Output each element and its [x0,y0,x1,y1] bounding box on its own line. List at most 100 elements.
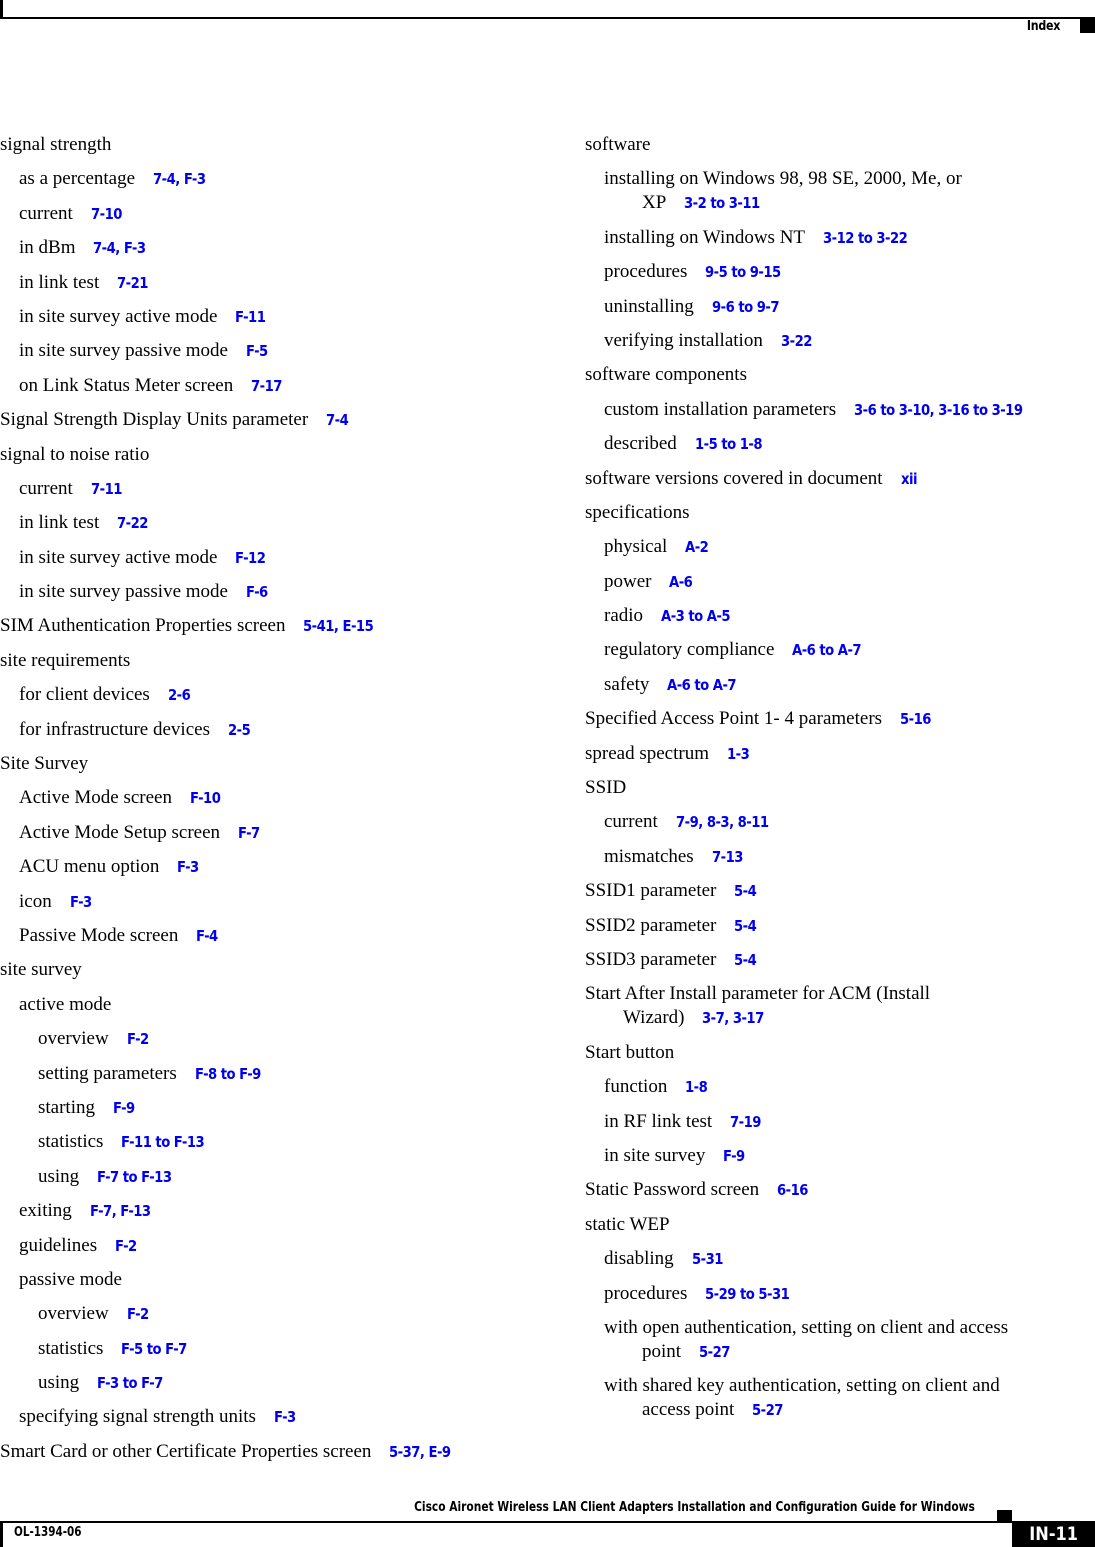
page-reference-link[interactable]: 1-8 [685,1075,708,1099]
page-reference-link[interactable]: 3-6 to 3-10, 3-16 to 3-19 [854,398,1023,422]
page-reference-link[interactable]: F-7, F-13 [90,1199,151,1223]
index-term: signal to noise ratio [0,443,150,465]
page-reference-link[interactable]: F-6 [246,580,268,604]
page-reference-link[interactable]: F-9 [723,1144,745,1168]
index-term: Specified Access Point 1- 4 parameters [585,708,883,730]
page-reference-link[interactable]: 5-29 to 5-31 [705,1282,790,1306]
page-reference-link[interactable]: A-6 [669,570,693,594]
index-term: signal strength [0,134,112,155]
page-reference-link[interactable]: F-3 [274,1405,296,1429]
page-reference-link[interactable]: 7-9, 8-3, 8-11 [676,810,769,834]
page-reference-link[interactable]: 7-4, F-3 [153,167,206,191]
page-reference-link[interactable]: 7-22 [117,511,148,535]
index-term: site survey [0,959,82,981]
page-reference-link[interactable]: F-5 [246,339,268,363]
index-entry: static WEP [585,1213,1085,1237]
page-reference-link[interactable]: 6-16 [777,1178,808,1202]
index-subentry: starting F-9 [0,1096,560,1120]
index-term: passive mode [19,1268,122,1290]
index-subentry: as a percentage 7-4, F-3 [0,167,560,191]
index-subentry: safety A-6 to A-7 [585,673,1085,697]
page-reference-link[interactable]: F-2 [127,1302,149,1326]
index-term: in dBm [19,237,76,259]
page-reference-link[interactable]: 5-27 [699,1340,730,1364]
index-subentry: in link test 7-21 [0,271,560,295]
index-term: on Link Status Meter screen [19,374,234,396]
page-reference-link[interactable]: 3-7, 3-17 [702,1006,764,1030]
page-reference-link[interactable]: A-6 to A-7 [792,638,862,662]
page-reference-link[interactable]: 3-2 to 3-11 [684,191,760,215]
page-reference-link[interactable]: F-2 [127,1027,149,1051]
page-reference-link[interactable]: F-3 [70,890,92,914]
index-term: Static Password screen [585,1179,760,1201]
page-reference-link[interactable]: xii [901,467,918,491]
index-entry: software components [585,363,1085,387]
index-subentry: verifying installation 3-22 [585,329,1085,353]
index-term: in site survey active mode [19,546,218,568]
page-reference-link[interactable]: F-11 [235,305,266,329]
page-reference-link[interactable]: 3-22 [781,329,812,353]
page-reference-link[interactable]: F-12 [235,546,266,570]
page-reference-link[interactable]: 9-6 to 9-7 [712,295,780,319]
page-reference-link[interactable]: 2-5 [228,718,251,742]
index-term: in RF link test [604,1110,713,1132]
index-entry: signal to noise ratio [0,443,560,467]
page-reference-link[interactable]: 5-4 [734,948,757,972]
page-reference-link[interactable]: A-6 to A-7 [667,673,737,697]
page-reference-link[interactable]: 5-37, E-9 [389,1440,451,1464]
page-reference-link[interactable]: F-2 [115,1234,137,1258]
page-reference-link[interactable]: 5-27 [752,1398,783,1422]
index-term: verifying installation [604,329,763,351]
page-reference-link[interactable]: 1-5 to 1-8 [695,432,763,456]
index-term: with open authentication, setting on cli… [604,1316,1009,1338]
index-entry: spread spectrum 1-3 [585,742,1085,766]
index-term: software components [585,364,747,386]
page-reference-link[interactable]: F-3 [177,855,199,879]
index-subentry: in site survey active mode F-12 [0,546,560,570]
index-term-continued: XP [642,192,667,214]
page-reference-link[interactable]: F-4 [196,924,218,948]
index-term-continuation: access point 5-27 [585,1398,1085,1422]
index-term: Passive Mode screen [19,924,179,946]
page-reference-link[interactable]: F-9 [113,1096,135,1120]
index-subentry: function 1-8 [585,1075,1085,1099]
page-reference-link[interactable]: 7-13 [712,845,743,869]
page-reference-link[interactable]: 7-17 [251,374,282,398]
page-reference-link[interactable]: 9-5 to 9-15 [705,260,781,284]
page-reference-link[interactable]: 7-21 [117,271,148,295]
page-reference-link[interactable]: F-7 [238,821,260,845]
page-reference-link[interactable]: A-2 [685,535,709,559]
page-reference-link[interactable]: F-11 to F-13 [121,1130,205,1154]
index-term: using [38,1165,80,1187]
page-reference-link[interactable]: 5-31 [692,1247,723,1271]
page-reference-link[interactable]: 7-19 [730,1110,761,1134]
page-reference-link[interactable]: 5-4 [734,879,757,903]
page-reference-link[interactable]: F-3 to F-7 [97,1371,163,1395]
index-subentry: procedures 9-5 to 9-15 [585,260,1085,284]
index-subentry: custom installation parameters 3-6 to 3-1… [585,398,1085,422]
page-reference-link[interactable]: A-3 to A-5 [661,604,731,628]
page-reference-link[interactable]: 3-12 to 3-22 [823,226,908,250]
header-rule [0,17,1095,19]
page-reference-link[interactable]: F-10 [190,786,221,810]
page-reference-link[interactable]: 7-11 [91,477,122,501]
page-reference-link[interactable]: 7-4 [326,408,349,432]
page-reference-link[interactable]: 5-16 [900,707,931,731]
page-reference-link[interactable]: F-8 to F-9 [195,1062,261,1086]
index-entry: Signal Strength Display Units parameter 7… [0,408,560,432]
page-reference-link[interactable]: 5-41, E-15 [303,614,374,638]
page-reference-link[interactable]: 1-3 [727,742,750,766]
index-term: disabling [604,1248,674,1270]
index-term: with shared key authentication, setting … [604,1375,1000,1397]
index-term: icon [19,890,52,912]
index-term: specifications [585,501,690,523]
page-reference-link[interactable]: F-5 to F-7 [121,1337,187,1361]
index-term: for client devices [19,684,150,706]
page-reference-link[interactable]: F-7 to F-13 [97,1165,172,1189]
index-term: statistics [38,1131,104,1153]
page-reference-link[interactable]: 2-6 [168,683,191,707]
page-reference-link[interactable]: 7-4, F-3 [93,236,146,260]
page-reference-link[interactable]: 7-10 [91,202,122,226]
index-term: overview [38,1028,109,1050]
page-reference-link[interactable]: 5-4 [734,914,757,938]
